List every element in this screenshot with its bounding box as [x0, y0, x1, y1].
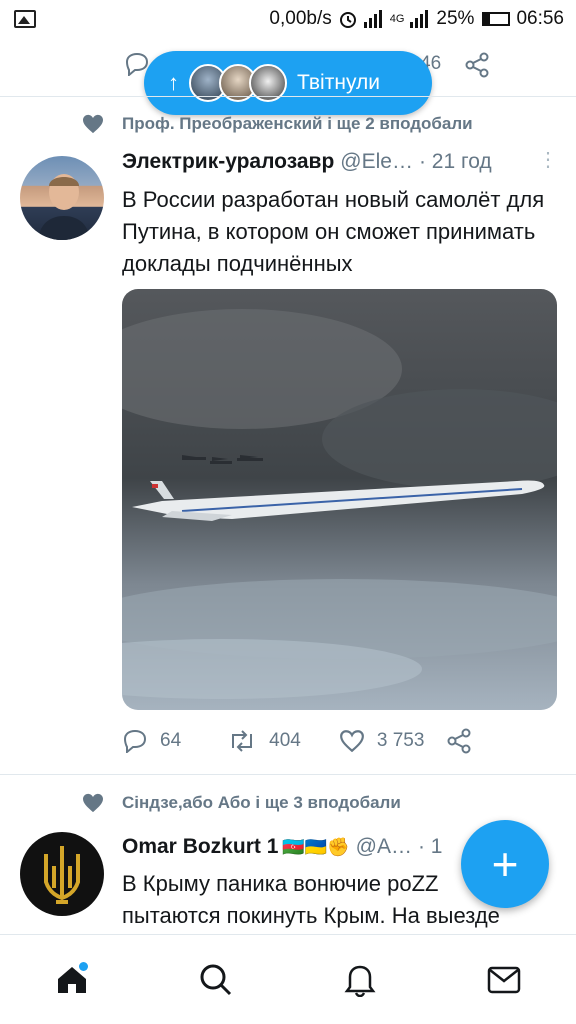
- share-icon[interactable]: [464, 52, 490, 78]
- reply-count: 64: [160, 730, 182, 751]
- reply-icon: [123, 729, 147, 753]
- status-bar-right: 0,00b/s 4G 25% 06:56: [269, 8, 564, 30]
- signal-4g-icon: [410, 10, 429, 28]
- pill-label: Твітнули: [297, 71, 380, 94]
- signal-icon: [363, 10, 382, 28]
- divider: [0, 96, 576, 97]
- battery-icon: [482, 12, 511, 26]
- author-handle[interactable]: @Ele…: [340, 150, 413, 174]
- heart-icon: [339, 730, 364, 753]
- nav-home[interactable]: [42, 950, 102, 1010]
- trident-emblem: [44, 846, 80, 904]
- avatar-portrait: [38, 174, 90, 240]
- avatar[interactable]: [20, 832, 104, 916]
- author-name[interactable]: Электрик-уралозавр: [122, 150, 334, 174]
- social-context: Сіндзе,або Або і ще 3 вподобали: [82, 793, 401, 813]
- tweet-time: · 21 год: [418, 150, 492, 173]
- search-icon: [200, 964, 232, 995]
- tweet-media-image[interactable]: [122, 289, 557, 710]
- image-notification-icon: [14, 10, 36, 28]
- like-button[interactable]: 3 753: [339, 729, 425, 753]
- heart-filled-icon: [83, 114, 103, 134]
- network-speed: 0,00b/s: [269, 8, 332, 29]
- bottom-navigation: [0, 934, 576, 1024]
- author-emojis: 🇦🇿🇺🇦✊: [282, 837, 350, 857]
- retweet-count: 404: [269, 730, 301, 751]
- bell-icon: [344, 965, 376, 997]
- airplane-photo: [122, 289, 557, 710]
- alarm-icon: [339, 12, 356, 28]
- social-context: Проф. Преображенский і ще 2 вподобали: [82, 114, 473, 134]
- nav-notifications[interactable]: [330, 950, 390, 1010]
- battery-percent: 25%: [436, 8, 475, 29]
- tweet-header: Электрик-уралозавр @Ele… · 21 год: [122, 150, 492, 174]
- divider: [0, 774, 576, 775]
- author-handle[interactable]: @A…: [356, 835, 412, 859]
- mail-icon: [487, 966, 521, 993]
- more-options-icon[interactable]: ⋮: [538, 150, 558, 170]
- plus-icon: +: [491, 838, 519, 890]
- social-context-text: Сіндзе,або Або і ще 3 вподобали: [122, 793, 401, 812]
- author-name[interactable]: Omar Bozkurt 1: [122, 835, 278, 859]
- share-icon[interactable]: [446, 728, 472, 754]
- clock: 06:56: [516, 8, 564, 29]
- social-context-text: Проф. Преображенский і ще 2 вподобали: [122, 114, 473, 133]
- avatar[interactable]: [20, 156, 104, 240]
- retweet-button[interactable]: 404: [227, 730, 301, 752]
- tweet-actions: 64 404 3 753: [122, 728, 472, 754]
- tweet-header: Omar Bozkurt 1 🇦🇿🇺🇦✊ @A… · 1: [122, 835, 462, 859]
- arrow-up-icon: ↑: [168, 70, 179, 95]
- nav-messages[interactable]: [474, 950, 534, 1010]
- heart-filled-icon: [83, 793, 103, 813]
- network-type: 4G: [389, 13, 405, 25]
- new-tweets-pill[interactable]: ↑ Твітнули: [144, 51, 432, 115]
- tweet-time: · 1: [417, 835, 443, 858]
- new-content-dot: [79, 961, 88, 971]
- tweet-text: В России разработан новый самолёт для Пу…: [122, 187, 545, 276]
- nav-search[interactable]: [186, 950, 246, 1010]
- compose-tweet-button[interactable]: +: [461, 820, 549, 908]
- like-count: 3 753: [376, 730, 425, 751]
- retweet-icon: [232, 730, 253, 752]
- reply-button[interactable]: 64: [122, 729, 181, 753]
- status-bar: 0,00b/s 4G 25% 06:56: [0, 0, 576, 40]
